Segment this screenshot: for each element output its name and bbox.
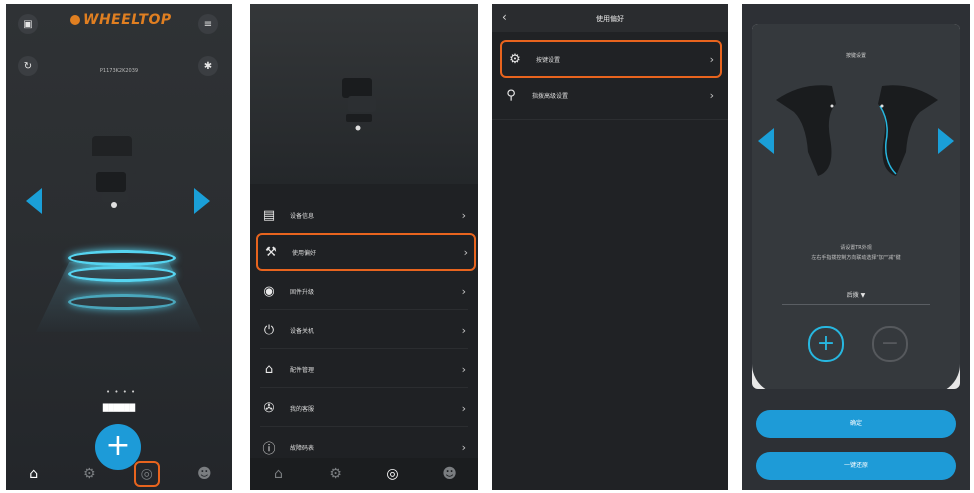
settings-icon[interactable]: ◎ (133, 461, 160, 487)
menu-item-button-settings[interactable]: ⚙ 按键设置 › (500, 40, 722, 78)
gear-icon: ⚙ (509, 51, 521, 67)
menu-label: 设备信息 (290, 212, 315, 220)
header: ‹ 使用偏好 (492, 4, 728, 32)
previous-arrow[interactable] (26, 188, 42, 214)
chevron-right-icon: › (461, 284, 466, 298)
description-line-2: 左右手指拨控制方向联动选择"加""减"键 (811, 255, 901, 261)
next-arrow[interactable] (194, 188, 210, 214)
menu-label: 设备关机 (290, 327, 315, 335)
menu-item-advanced[interactable]: ⚲ 指拨高级设置 › (498, 78, 720, 112)
tab-bar: ⌂ ⚙ ◎ ☻ (250, 458, 478, 490)
minus-button[interactable]: − (872, 326, 908, 362)
menu-item-device-info[interactable]: ▤ 设备信息 › (256, 198, 472, 232)
platform-ring-top (68, 250, 176, 266)
shifter-icon[interactable]: ⚙ (325, 463, 347, 485)
button-settings-screen: 按键设置 请设置TR外观 左右手指拨控制方向联动选择"加""减"键 后拨 ▼ +… (742, 4, 970, 490)
menu-label: 按键设置 (536, 56, 561, 64)
menu-item-preferences[interactable]: ⚒ 使用偏好 › (256, 233, 476, 271)
home-icon[interactable]: ⌂ (268, 463, 290, 485)
camera-icon[interactable]: ▣ (18, 14, 38, 34)
plus-button[interactable]: + (808, 326, 844, 362)
chevron-right-icon: › (463, 245, 468, 259)
menu-label: 我的客服 (290, 405, 315, 413)
menu-item-firmware[interactable]: ◉ 固件升级 › (256, 274, 472, 308)
profile-icon[interactable]: ☻ (193, 463, 215, 485)
brand-logo: WHEELTOP (70, 12, 172, 28)
tab-bar: ⌂ ⚙ ◎ ☻ (6, 458, 232, 490)
menu-item-accessories[interactable]: ⌂ 配件管理 › (256, 352, 472, 386)
device-serial: P1173K2K2039 (99, 68, 139, 74)
page-title: 按键设置 (845, 53, 866, 59)
divider (260, 387, 468, 388)
confirm-button[interactable]: 确定 (756, 410, 956, 438)
chevron-right-icon: › (461, 362, 466, 376)
brand-text: WHEELTOP (83, 12, 172, 28)
chevron-right-icon: › (709, 88, 714, 102)
home-icon[interactable]: ⌂ (23, 463, 45, 485)
settings-icon[interactable]: ◎ (382, 463, 404, 485)
home-screen: ▣ WHEELTOP ≡ ↻ ✱ P1173K2K2039 • • • • ██… (6, 4, 232, 490)
divider (260, 348, 468, 349)
alert-icon: ⓘ (262, 441, 276, 457)
menu-label: 使用偏好 (292, 249, 317, 257)
menu-item-support[interactable]: ✇ 我的客服 › (256, 391, 472, 425)
page-indicator: • • • • (106, 388, 137, 396)
platform-ring-middle (68, 266, 176, 282)
divider (260, 426, 468, 427)
derailleur-image (342, 78, 376, 131)
previous-arrow[interactable] (758, 128, 774, 154)
rear-derailleur-dropdown[interactable]: 后拨 ▼ (742, 290, 970, 299)
profile-icon[interactable]: ☻ (439, 463, 461, 485)
settings-screen: ▤ 设备信息 › ⚒ 使用偏好 › ◉ 固件升级 › ⏻ 设备关机 › ⌂ 配件… (250, 4, 478, 490)
record-icon: ◉ (263, 283, 275, 299)
shifter-levers-image (776, 85, 938, 176)
chevron-right-icon: › (709, 52, 714, 66)
divider (260, 309, 468, 310)
divider (492, 119, 728, 120)
menu-label: 指拨高级设置 (532, 92, 569, 100)
preferences-screen: ‹ 使用偏好 ⚙ 按键设置 › ⚲ 指拨高级设置 › (492, 4, 728, 490)
chevron-right-icon: › (461, 401, 466, 415)
reset-button[interactable]: 一键还原 (756, 452, 956, 480)
bike-pref-icon: ⚒ (265, 244, 277, 260)
menu-item-power-off[interactable]: ⏻ 设备关机 › (256, 313, 472, 347)
chevron-right-icon: › (461, 323, 466, 337)
menu-label: 故障码表 (290, 444, 315, 452)
next-arrow[interactable] (938, 128, 954, 154)
menu-label: 固件升级 (290, 288, 315, 296)
shifter-icon[interactable]: ⚙ (78, 463, 100, 485)
chevron-right-icon: › (461, 440, 466, 454)
device-name: ██████ (102, 404, 136, 412)
doc-icon: ▤ (262, 207, 276, 223)
page-title: 使用偏好 (596, 15, 624, 23)
adjust-icon: ⚲ (506, 87, 516, 103)
power-icon: ⏻ (263, 322, 275, 338)
derailleur-image (86, 136, 136, 208)
store-icon: ⌂ (264, 361, 274, 377)
divider (782, 304, 930, 305)
wrench-icon: ✇ (263, 400, 275, 416)
chevron-right-icon: › (461, 208, 466, 222)
platform-ring-bottom (68, 294, 176, 310)
description-line-1: 请设置TR外观 (840, 245, 872, 251)
menu-label: 配件管理 (290, 366, 315, 374)
menu-icon[interactable]: ≡ (198, 14, 218, 34)
